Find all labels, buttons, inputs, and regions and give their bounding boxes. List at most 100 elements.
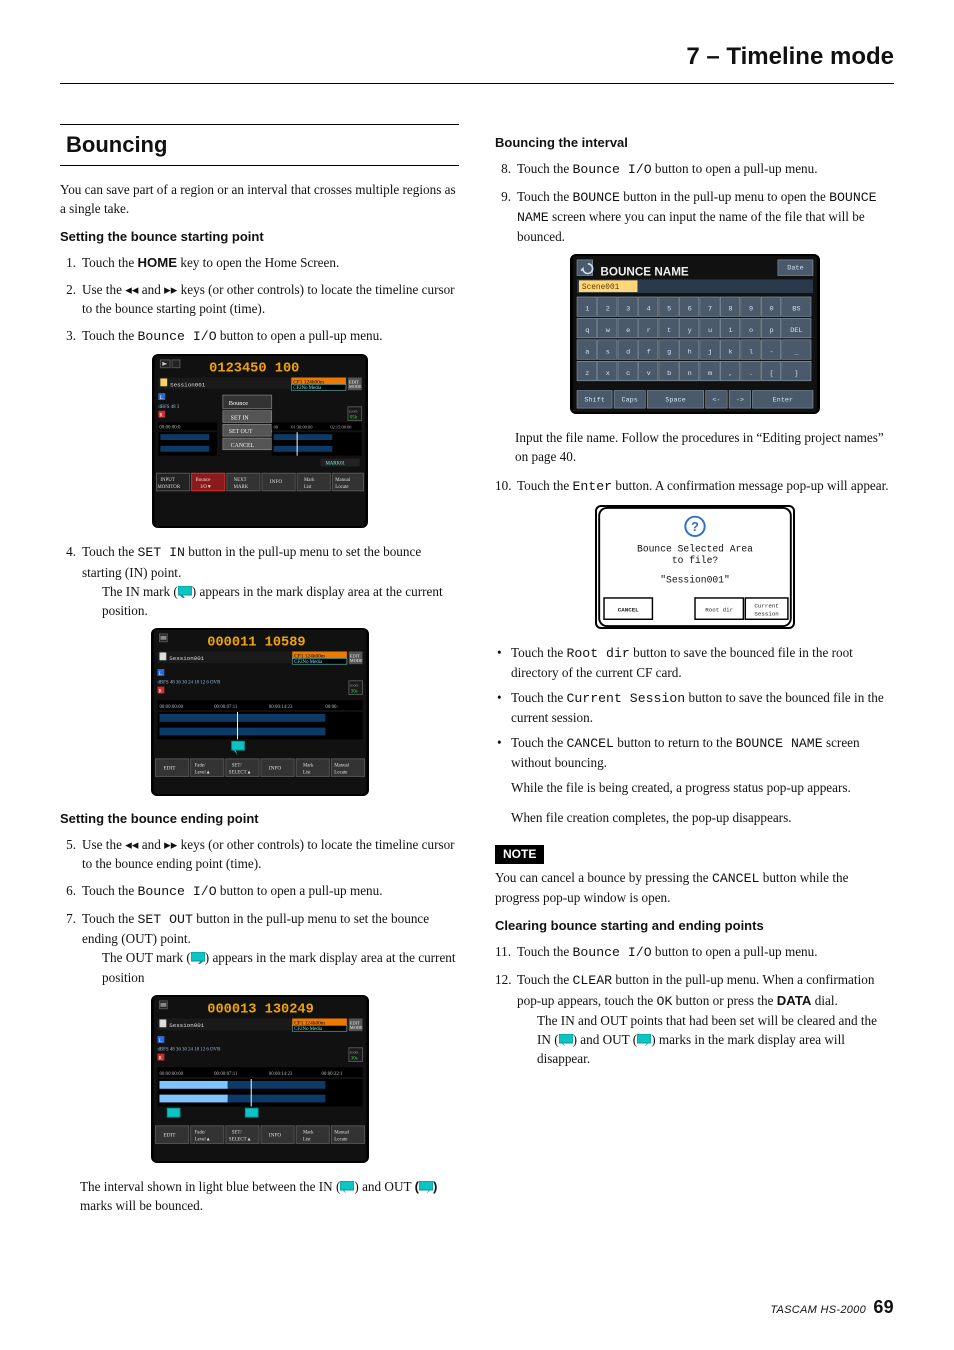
svg-text:CF2No Media: CF2No Media bbox=[294, 1027, 323, 1032]
svg-text:c: c bbox=[626, 370, 630, 378]
svg-text:dBFS 48 36 30 24 18 12 6: dBFS 48 36 30 24 18 12 6 OVR bbox=[157, 681, 221, 686]
interval-note: The interval shown in light blue between… bbox=[80, 1177, 459, 1215]
clear-label: CLEAR bbox=[572, 973, 612, 988]
svg-text:1: 1 bbox=[585, 306, 589, 314]
ok-label: OK bbox=[657, 994, 673, 1009]
svg-text:d: d bbox=[626, 349, 630, 357]
step-7-detail: The OUT mark () appears in the mark disp… bbox=[102, 948, 459, 986]
svg-text:6: 6 bbox=[687, 306, 691, 314]
svg-text:30s: 30s bbox=[350, 689, 357, 694]
svg-text:Bounce: Bounce bbox=[228, 400, 248, 407]
svg-text:r: r bbox=[646, 327, 650, 335]
svg-text:Level▲: Level▲ bbox=[194, 770, 210, 775]
svg-text:?: ? bbox=[691, 520, 699, 534]
svg-text:SET/: SET/ bbox=[231, 764, 242, 769]
svg-text:05h: 05h bbox=[349, 416, 357, 421]
svg-text:00:00:14:23: 00:00:14:23 bbox=[268, 1072, 292, 1077]
svg-text:00:00:: 00:00: bbox=[325, 705, 337, 710]
in-mark-icon bbox=[559, 1034, 573, 1046]
svg-text:Locate: Locate bbox=[335, 485, 348, 490]
svg-text:q: q bbox=[585, 327, 589, 335]
svg-text:000013 130249: 000013 130249 bbox=[207, 1002, 314, 1017]
step-1: 1.Touch the HOME key to open the Home Sc… bbox=[76, 253, 459, 272]
svg-text:01:30:00:00: 01:30:00:00 bbox=[291, 425, 313, 430]
set-out-label: SET OUT bbox=[137, 912, 192, 927]
out-mark-icon bbox=[419, 1181, 433, 1193]
svg-text:00:00:00:00: 00:00:00:00 bbox=[159, 705, 183, 710]
svg-text:0: 0 bbox=[769, 306, 773, 314]
svg-text:SELECT▲: SELECT▲ bbox=[228, 1137, 251, 1142]
step-8: 8.Touch the Bounce I/O button to open a … bbox=[511, 159, 894, 179]
subhead-clearing: Clearing bounce starting and ending poin… bbox=[495, 917, 894, 936]
cancel-label: CANCEL bbox=[566, 736, 613, 751]
svg-text:Mark: Mark bbox=[302, 1130, 313, 1135]
left-column: Bouncing You can save part of a region o… bbox=[60, 124, 459, 1225]
forward-icon: ▸▸ bbox=[164, 282, 177, 297]
svg-text:Manual: Manual bbox=[334, 764, 350, 769]
svg-text:Locate: Locate bbox=[334, 770, 347, 775]
svg-text:y: y bbox=[687, 327, 691, 335]
current-session-label: Current Session bbox=[566, 691, 685, 706]
bounce-io-label: Bounce I/O bbox=[137, 884, 216, 899]
step-11: 11.Touch the Bounce I/O button to open a… bbox=[511, 942, 894, 962]
step-9: 9.Touch the BOUNCE button in the pull-up… bbox=[511, 187, 894, 246]
svg-text:MODE: MODE bbox=[348, 385, 361, 390]
svg-text:00:00:14:23: 00:00:14:23 bbox=[268, 705, 292, 710]
svg-text:30s: 30s bbox=[350, 1056, 357, 1061]
svg-text:MONITOR: MONITOR bbox=[157, 485, 180, 490]
svg-text:g: g bbox=[667, 349, 671, 357]
cancel-label: CANCEL bbox=[712, 871, 759, 886]
svg-text:Session001: Session001 bbox=[170, 382, 206, 389]
step-5: 5.Use the ◂◂ and ▸▸ keys (or other contr… bbox=[76, 835, 459, 873]
svg-text:5: 5 bbox=[667, 306, 671, 314]
enter-label: Enter bbox=[572, 479, 612, 494]
chapter-title: 7 – Timeline mode bbox=[60, 40, 894, 84]
svg-text:h: h bbox=[687, 349, 691, 357]
svg-text:,: , bbox=[728, 370, 732, 378]
in-mark-icon bbox=[340, 1181, 354, 1193]
svg-text:zoom: zoom bbox=[349, 684, 358, 688]
set-in-label: SET IN bbox=[137, 545, 184, 560]
svg-text:Fade/: Fade/ bbox=[194, 764, 205, 769]
svg-text:Mark: Mark bbox=[302, 764, 313, 769]
svg-text:e: e bbox=[626, 327, 630, 335]
svg-text:Level▲: Level▲ bbox=[194, 1137, 210, 1142]
svg-text:k: k bbox=[728, 349, 732, 357]
svg-text:DEL: DEL bbox=[790, 327, 802, 335]
step-12-detail: The IN and OUT points that had been set … bbox=[537, 1011, 894, 1068]
svg-text:CF2No Media: CF2No Media bbox=[294, 660, 323, 665]
svg-text:8: 8 bbox=[728, 306, 732, 314]
svg-text:Space: Space bbox=[665, 396, 685, 404]
svg-text:Scene001: Scene001 bbox=[581, 284, 619, 292]
svg-text:dBFS 48 3: dBFS 48 3 bbox=[158, 405, 179, 410]
home-key: HOME bbox=[137, 255, 177, 270]
svg-text:Manual: Manual bbox=[335, 478, 351, 483]
svg-text:3: 3 bbox=[626, 306, 630, 314]
bounce-label: BOUNCE bbox=[572, 190, 619, 205]
svg-text:00:00:00:0: 00:00:00:0 bbox=[159, 426, 181, 431]
screenshot-pullup-bounce: 0123450 100 Session001 CF1 124h00m CF2No… bbox=[152, 354, 368, 528]
svg-text:Date: Date bbox=[787, 265, 803, 273]
svg-text:Session001: Session001 bbox=[169, 655, 205, 662]
svg-text:Session: Session bbox=[754, 610, 778, 617]
svg-text:Fade/: Fade/ bbox=[194, 1130, 205, 1135]
svg-text:z: z bbox=[585, 370, 589, 378]
svg-text:00:00:00:00: 00:00:00:00 bbox=[159, 1072, 183, 1077]
svg-text:CANCEL: CANCEL bbox=[230, 443, 254, 449]
svg-text:List: List bbox=[302, 1137, 310, 1142]
svg-text:SELECT▲: SELECT▲ bbox=[228, 770, 251, 775]
svg-text:MARK01: MARK01 bbox=[325, 462, 345, 467]
svg-text:CANCEL: CANCEL bbox=[617, 606, 638, 613]
svg-text:EDIT: EDIT bbox=[163, 1132, 176, 1138]
svg-text:->: -> bbox=[735, 396, 743, 404]
svg-text:SET IN: SET IN bbox=[230, 416, 249, 422]
svg-text:EDIT: EDIT bbox=[163, 766, 176, 772]
svg-text:INFO: INFO bbox=[268, 1132, 281, 1138]
section-heading: Bouncing bbox=[60, 124, 459, 166]
forward-icon: ▸▸ bbox=[164, 837, 177, 852]
svg-text:f: f bbox=[646, 349, 650, 357]
svg-text:b: b bbox=[667, 370, 671, 378]
rewind-icon: ◂◂ bbox=[125, 837, 138, 852]
step-9-detail: Input the file name. Follow the procedur… bbox=[515, 428, 894, 466]
svg-text:]: ] bbox=[794, 370, 798, 378]
